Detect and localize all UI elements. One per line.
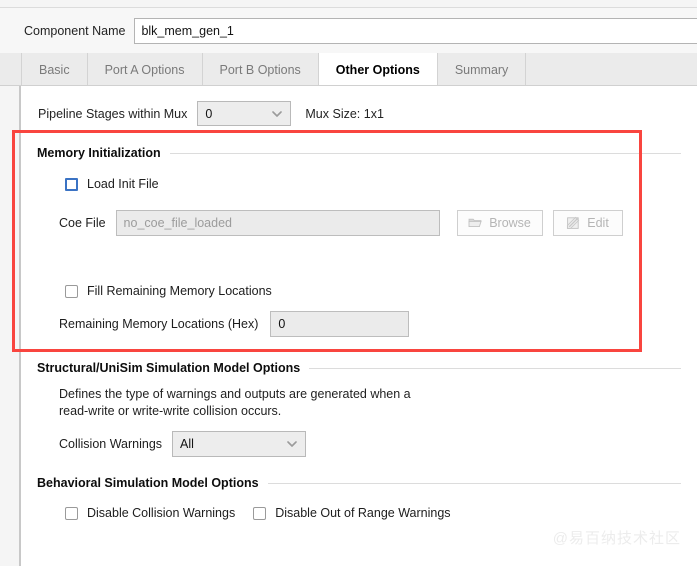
collision-warnings-value: All	[180, 437, 194, 451]
behavioral-title: Behavioral Simulation Model Options	[37, 476, 259, 490]
tab-summary[interactable]: Summary	[438, 53, 527, 86]
disable-collision-warnings-row[interactable]: Disable Collision Warnings	[65, 506, 235, 520]
pipeline-stages-value: 0	[205, 106, 213, 121]
collision-warnings-label: Collision Warnings	[59, 437, 163, 451]
component-name-row: Component Name blk_mem_gen_1	[0, 8, 697, 53]
tab-other-options[interactable]: Other Options	[318, 53, 438, 86]
tab-basic[interactable]: Basic	[21, 53, 88, 86]
section-divider	[169, 152, 681, 154]
pipeline-stages-select[interactable]: 0	[197, 101, 292, 126]
collision-warnings-row: Collision Warnings All	[59, 431, 307, 457]
edit-button[interactable]: Edit	[552, 210, 623, 236]
coe-file-input[interactable]: no_coe_file_loaded	[115, 210, 440, 236]
structural-description-line-1: Defines the type of warnings and outputs…	[59, 387, 411, 401]
tab-strip: Basic Port A Options Port B Options Othe…	[0, 53, 697, 86]
section-divider	[309, 367, 681, 369]
remaining-memory-label: Remaining Memory Locations (Hex)	[59, 317, 259, 331]
memory-initialization-title: Memory Initialization	[37, 146, 161, 160]
chevron-down-icon	[287, 439, 297, 448]
watermark: @易百纳技术社区	[552, 530, 681, 547]
tab-list: Basic Port A Options Port B Options Othe…	[21, 53, 527, 86]
section-divider	[267, 482, 681, 484]
tab-port-a-options[interactable]: Port A Options	[88, 53, 203, 86]
chevron-down-icon	[272, 109, 283, 118]
remaining-memory-row: Remaining Memory Locations (Hex) 0	[59, 311, 410, 337]
disable-out-of-range-warnings-checkbox[interactable]	[253, 506, 267, 520]
coe-file-label: Coe File	[59, 216, 106, 230]
component-name-label: Component Name	[24, 23, 126, 38]
memory-initialization-header: Memory Initialization	[37, 146, 681, 160]
edit-button-label: Edit	[587, 216, 609, 230]
left-gutter	[0, 8, 19, 566]
tab-port-b-options[interactable]: Port B Options	[203, 53, 319, 86]
structural-description-line-2: read-write or write-write collision occu…	[59, 404, 282, 418]
disable-out-of-range-warnings-row[interactable]: Disable Out of Range Warnings	[253, 506, 451, 520]
behavioral-header: Behavioral Simulation Model Options	[37, 476, 681, 490]
pipeline-stages-row: Pipeline Stages within Mux 0 Mux Size: 1…	[21, 100, 384, 127]
collision-warnings-select[interactable]: All	[172, 431, 307, 457]
coe-file-row: Coe File no_coe_file_loaded Browse Edit	[59, 210, 623, 236]
pipeline-stages-label: Pipeline Stages within Mux	[38, 106, 188, 121]
fill-remaining-checkbox[interactable]	[65, 284, 78, 298]
fill-remaining-label: Fill Remaining Memory Locations	[87, 284, 272, 298]
dialog-root: Component Name blk_mem_gen_1 Basic Port …	[0, 0, 697, 566]
load-init-file-checkbox[interactable]	[65, 177, 78, 191]
disable-collision-warnings-label: Disable Collision Warnings	[87, 506, 236, 520]
component-name-input[interactable]: blk_mem_gen_1	[134, 17, 697, 44]
browse-button-label: Browse	[489, 216, 531, 230]
disable-out-of-range-warnings-label: Disable Out of Range Warnings	[275, 506, 451, 520]
structural-title: Structural/UniSim Simulation Model Optio…	[37, 361, 301, 375]
browse-button[interactable]: Browse	[456, 210, 543, 236]
pencil-note-icon	[566, 216, 580, 230]
behavioral-checkbox-row: Disable Collision Warnings Disable Out o…	[65, 506, 451, 520]
mux-size-text: Mux Size: 1x1	[305, 106, 384, 121]
other-options-panel: Pipeline Stages within Mux 0 Mux Size: 1…	[21, 86, 697, 566]
structural-header: Structural/UniSim Simulation Model Optio…	[37, 361, 681, 375]
remaining-memory-input[interactable]: 0	[270, 311, 410, 337]
load-init-file-row[interactable]: Load Init File	[65, 177, 159, 191]
load-init-file-label: Load Init File	[87, 177, 159, 191]
disable-collision-warnings-checkbox[interactable]	[65, 506, 78, 520]
structural-description: Defines the type of warnings and outputs…	[59, 387, 411, 418]
fill-remaining-row[interactable]: Fill Remaining Memory Locations	[65, 284, 272, 298]
folder-open-icon	[468, 216, 482, 230]
